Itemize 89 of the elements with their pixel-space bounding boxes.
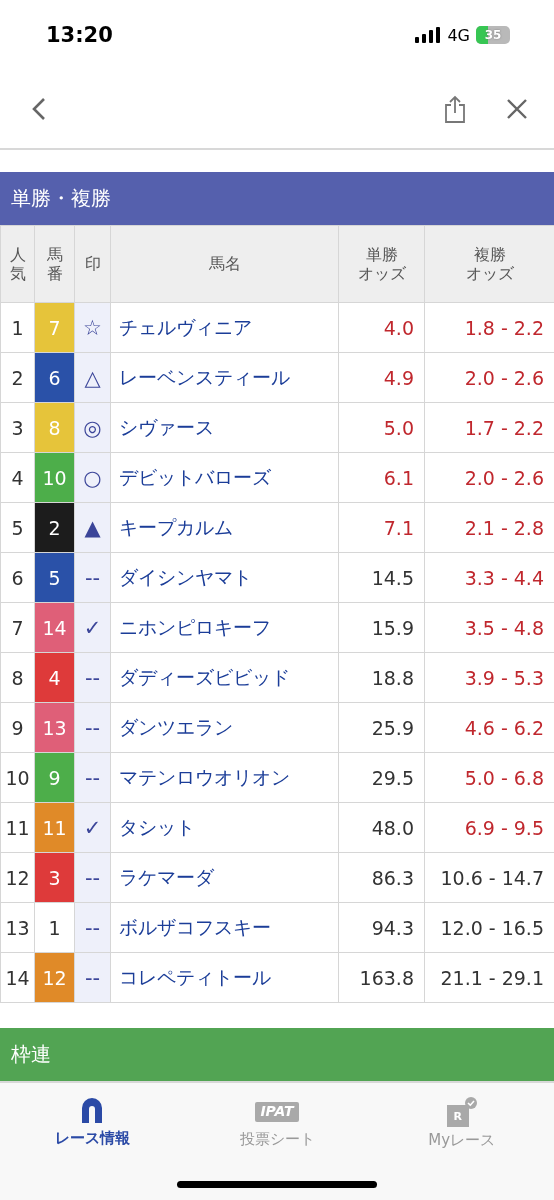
signal-icon: [415, 27, 442, 43]
frame-number-cell: 13: [34, 702, 75, 753]
column-header: 複勝 オッズ: [424, 225, 554, 303]
popularity-cell: 6: [0, 552, 35, 603]
popularity-cell: 14: [0, 952, 35, 1003]
frame-number-cell: 10: [34, 452, 75, 503]
horse-name-cell[interactable]: ラケマーダ: [110, 852, 339, 903]
horse-name-cell[interactable]: ダディーズビビッド: [110, 652, 339, 703]
popularity-cell: 10: [0, 752, 35, 803]
frame-number-cell: 3: [34, 852, 75, 903]
column-header: 人 気: [0, 225, 35, 303]
ipat-badge-icon: IPAT: [255, 1102, 299, 1122]
back-icon[interactable]: [32, 97, 46, 121]
win-odds-cell: 25.9: [338, 702, 425, 753]
check-icon: [464, 1097, 477, 1109]
frame-number-cell: 4: [34, 652, 75, 703]
frame-number-cell: 1: [34, 902, 75, 953]
prediction-mark-cell: --: [74, 552, 111, 603]
popularity-cell: 12: [0, 852, 35, 903]
section-header: 枠連: [0, 1028, 554, 1081]
prediction-mark-cell: ○: [74, 452, 111, 503]
column-header: 印: [74, 225, 111, 303]
popularity-cell: 4: [0, 452, 35, 503]
win-odds-cell: 4.9: [338, 352, 425, 403]
popularity-cell: 9: [0, 702, 35, 753]
popularity-cell: 1: [0, 302, 35, 353]
prediction-mark-cell: --: [74, 852, 111, 903]
frame-number-cell: 6: [34, 352, 75, 403]
horse-name-cell[interactable]: ダンツエラン: [110, 702, 339, 753]
share-icon[interactable]: [444, 95, 466, 123]
popularity-cell: 3: [0, 402, 35, 453]
prediction-mark-cell: --: [74, 702, 111, 753]
horse-name-cell[interactable]: ダイシンヤマト: [110, 552, 339, 603]
frame-number-cell: 14: [34, 602, 75, 653]
win-odds-cell: 48.0: [338, 802, 425, 853]
win-odds-cell: 94.3: [338, 902, 425, 953]
horse-name-cell[interactable]: マテンロウオリオン: [110, 752, 339, 803]
frame-number-cell: 8: [34, 402, 75, 453]
frame-number-cell: 5: [34, 552, 75, 603]
prediction-mark-cell: △: [74, 352, 111, 403]
horse-name-cell[interactable]: タシット: [110, 802, 339, 853]
frame-number-cell: 12: [34, 952, 75, 1003]
horse-name-cell[interactable]: レーベンスティール: [110, 352, 339, 403]
win-odds-cell: 5.0: [338, 402, 425, 453]
popularity-cell: 11: [0, 802, 35, 853]
win-odds-cell: 29.5: [338, 752, 425, 803]
frame-number-cell: 11: [34, 802, 75, 853]
win-odds-cell: 163.8: [338, 952, 425, 1003]
horse-name-cell[interactable]: ニホンピロキーフ: [110, 602, 339, 653]
prediction-mark-cell: ▲: [74, 502, 111, 553]
prediction-mark-cell: ✓: [74, 802, 111, 853]
horse-name-cell[interactable]: コレペティトール: [110, 952, 339, 1003]
prediction-mark-cell: --: [74, 752, 111, 803]
horse-name-cell[interactable]: シヴァース: [110, 402, 339, 453]
popularity-cell: 7: [0, 602, 35, 653]
horse-name-cell[interactable]: デビットバローズ: [110, 452, 339, 503]
win-odds-cell: 14.5: [338, 552, 425, 603]
tab-bar-item[interactable]: レース情報: [0, 1097, 185, 1148]
prediction-mark-cell: --: [74, 902, 111, 953]
prediction-mark-cell: ◎: [74, 402, 111, 453]
close-icon[interactable]: [506, 98, 528, 120]
prediction-mark-cell: --: [74, 952, 111, 1003]
popularity-cell: 13: [0, 902, 35, 953]
prediction-mark-cell: --: [74, 652, 111, 703]
frame-number-cell: 7: [34, 302, 75, 353]
column-header: 馬 番: [34, 225, 75, 303]
horseshoe-icon: [81, 1097, 104, 1125]
network-label: 4G: [447, 25, 470, 45]
horse-name-cell[interactable]: チェルヴィニア: [110, 302, 339, 353]
popularity-cell: 2: [0, 352, 35, 403]
win-odds-cell: 86.3: [338, 852, 425, 903]
column-header: 馬名: [110, 225, 339, 303]
frame-number-cell: 9: [34, 752, 75, 803]
horse-name-cell[interactable]: キープカルム: [110, 502, 339, 553]
win-odds-cell: 4.0: [338, 302, 425, 353]
race-badge-icon: R: [446, 1105, 469, 1127]
status-time: 13:20: [46, 23, 113, 47]
column-header: 単勝 オッズ: [338, 225, 425, 303]
win-odds-cell: 18.8: [338, 652, 425, 703]
prediction-mark-cell: ☆: [74, 302, 111, 353]
popularity-cell: 8: [0, 652, 35, 703]
prediction-mark-cell: ✓: [74, 602, 111, 653]
section-header: 単勝・複勝: [0, 172, 554, 225]
popularity-cell: 5: [0, 502, 35, 553]
win-odds-cell: 15.9: [338, 602, 425, 653]
horse-name-cell[interactable]: ボルザコフスキー: [110, 902, 339, 953]
win-odds-cell: 7.1: [338, 502, 425, 553]
frame-number-cell: 2: [34, 502, 75, 553]
win-odds-cell: 6.1: [338, 452, 425, 503]
